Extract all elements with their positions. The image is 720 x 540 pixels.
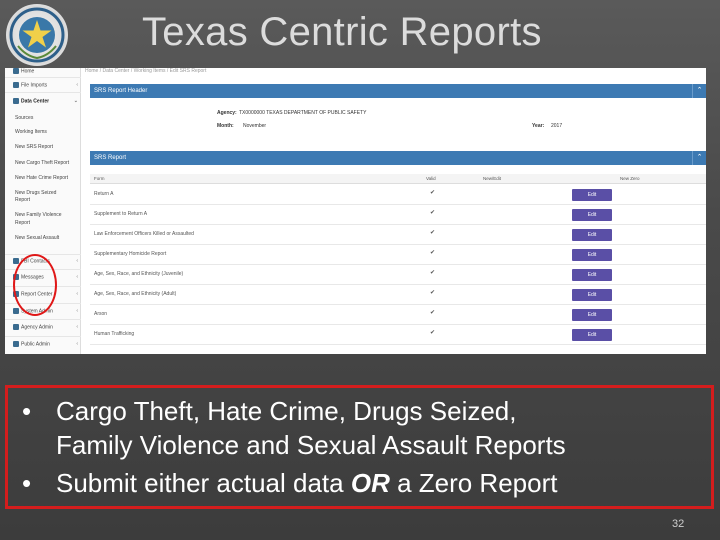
srs-report-header-panel: SRS Report Header ⌃	[90, 84, 706, 98]
sidebar-item-new-srs-report[interactable]: New SRS Report	[5, 144, 81, 150]
chevron-icon: ‹	[76, 274, 78, 280]
check-icon: ✔	[430, 230, 436, 236]
chevron-icon: ‹	[76, 308, 78, 314]
year-label: Year:	[532, 123, 545, 129]
sidebar-item-working-items[interactable]: Working Items	[5, 129, 81, 135]
sidebar-item-file-imports[interactable]: File Imports ‹	[5, 82, 81, 88]
edit-button[interactable]: Edit	[572, 189, 612, 201]
chevron-icon: ‹	[76, 291, 78, 297]
gear-icon	[13, 308, 19, 314]
column-header-new-edit: New/Edit	[483, 176, 502, 181]
sidebar-item-agency-admin[interactable]: Agency Admin ‹	[5, 324, 81, 330]
table-header: Form Valid New/Edit New Zero	[90, 174, 706, 184]
upload-icon	[13, 82, 19, 88]
check-icon: ✔	[430, 190, 436, 196]
chevron-down-icon: ⌄	[73, 98, 78, 104]
table-row: Age, Sex, Race, and Ethnicity (Juvenile)…	[90, 265, 706, 285]
slide: Texas Centric Reports Home File Imports ‹…	[0, 0, 720, 540]
bullet-1: • Cargo Theft, Hate Crime, Drugs Seized,	[22, 396, 516, 427]
srs-report-panel: SRS Report ⌃	[90, 151, 706, 165]
bullet-box: • Cargo Theft, Hate Crime, Drugs Seized,…	[5, 385, 714, 509]
app-screenshot: Home File Imports ‹ Data Center ⌄ Sources …	[5, 68, 706, 354]
form-name: Arson	[94, 311, 108, 317]
column-header-new-zero: New Zero	[620, 176, 640, 181]
month-value: November	[243, 123, 267, 129]
check-icon: ✔	[430, 210, 436, 216]
check-icon: ✔	[430, 250, 436, 256]
highlight-circle	[13, 254, 57, 316]
emphasis-or: OR	[350, 468, 390, 498]
check-icon: ✔	[430, 290, 436, 296]
bullet-1-line-1: Cargo Theft, Hate Crime, Drugs Seized,	[56, 396, 517, 426]
edit-button[interactable]: Edit	[572, 309, 612, 321]
edit-button[interactable]: Edit	[572, 269, 612, 281]
table-row: Supplement to Return A ✔ Edit	[90, 205, 706, 225]
form-name: Age, Sex, Race, and Ethnicity (Juvenile)	[94, 271, 184, 277]
gear-icon	[13, 324, 19, 330]
texas-seal-logo	[6, 4, 68, 66]
edit-button[interactable]: Edit	[572, 329, 612, 341]
table-row: Arson ✔ Edit	[90, 305, 706, 325]
agency-label: Agency:	[217, 110, 237, 116]
collapse-icon[interactable]: ⌃	[692, 84, 706, 98]
check-icon: ✔	[430, 310, 436, 316]
sidebar-item-home[interactable]: Home	[5, 68, 81, 74]
edit-button[interactable]: Edit	[572, 249, 612, 261]
collapse-icon[interactable]: ⌃	[692, 151, 706, 165]
year-value: 2017	[551, 123, 563, 129]
bullet-dot: •	[22, 468, 32, 498]
edit-button[interactable]: Edit	[572, 229, 612, 241]
chevron-icon: ‹	[76, 258, 78, 264]
sidebar-item-new-hate-crime[interactable]: New Hate Crime Report	[5, 175, 81, 181]
check-icon: ✔	[430, 270, 436, 276]
bullet-2: • Submit either actual data OR a Zero Re…	[22, 468, 557, 499]
form-name: Age, Sex, Race, and Ethnicity (Adult)	[94, 291, 177, 297]
sidebar-item-new-drugs-seized[interactable]: New Drugs Seized	[5, 190, 81, 196]
form-name: Supplementary Homicide Report	[94, 251, 167, 257]
form-name: Law Enforcement Officers Killed or Assau…	[94, 231, 194, 237]
database-icon	[13, 98, 19, 104]
sidebar-item-new-sexual-assault[interactable]: New Sexual Assault	[5, 235, 81, 241]
panel-title: SRS Report Header	[94, 88, 148, 94]
home-icon	[13, 68, 19, 74]
sidebar-item-drugs-seized-report[interactable]: Report	[5, 197, 81, 203]
panel-title: SRS Report	[94, 155, 127, 161]
chevron-icon: ‹	[76, 82, 78, 88]
chevron-icon: ‹	[76, 341, 78, 347]
edit-button[interactable]: Edit	[572, 209, 612, 221]
edit-button[interactable]: Edit	[572, 289, 612, 301]
sidebar-item-family-violence-report[interactable]: Report	[5, 220, 81, 226]
table-row: Supplementary Homicide Report ✔ Edit	[90, 245, 706, 265]
column-header-form: Form	[94, 176, 105, 181]
form-name: Return A	[94, 191, 114, 197]
bullet-2-text: Submit either actual data OR a Zero Repo…	[56, 468, 558, 498]
table-row: Return A ✔ Edit	[90, 185, 706, 205]
check-icon: ✔	[430, 330, 436, 336]
bullet-dot: •	[22, 396, 32, 426]
table-row: Age, Sex, Race, and Ethnicity (Adult) ✔ …	[90, 285, 706, 305]
sidebar-item-sources[interactable]: Sources	[5, 115, 81, 121]
chevron-icon: ‹	[76, 324, 78, 330]
sidebar-item-data-center[interactable]: Data Center ⌄	[5, 98, 81, 104]
form-name: Human Trafficking	[94, 331, 135, 337]
slide-title: Texas Centric Reports	[142, 10, 542, 54]
sidebar-item-new-family-violence[interactable]: New Family Violence	[5, 212, 81, 218]
agency-value: TX0000000 TEXAS DEPARTMENT OF PUBLIC SAF…	[239, 110, 367, 116]
table-row: Law Enforcement Officers Killed or Assau…	[90, 225, 706, 245]
sidebar-item-new-cargo-theft[interactable]: New Cargo Theft Report	[5, 160, 81, 166]
column-header-valid: Valid	[426, 176, 436, 181]
page-number: 32	[672, 518, 685, 530]
gear-icon	[13, 341, 19, 347]
sidebar-item-public-admin[interactable]: Public Admin ‹	[5, 341, 81, 347]
breadcrumb: Home / Data Center / Working Items / Edi…	[85, 68, 207, 74]
form-name: Supplement to Return A	[94, 211, 148, 217]
table-row: Human Trafficking ✔ Edit	[90, 325, 706, 345]
bullet-1-line-2: Family Violence and Sexual Assault Repor…	[56, 430, 566, 460]
month-label: Month:	[217, 123, 234, 129]
